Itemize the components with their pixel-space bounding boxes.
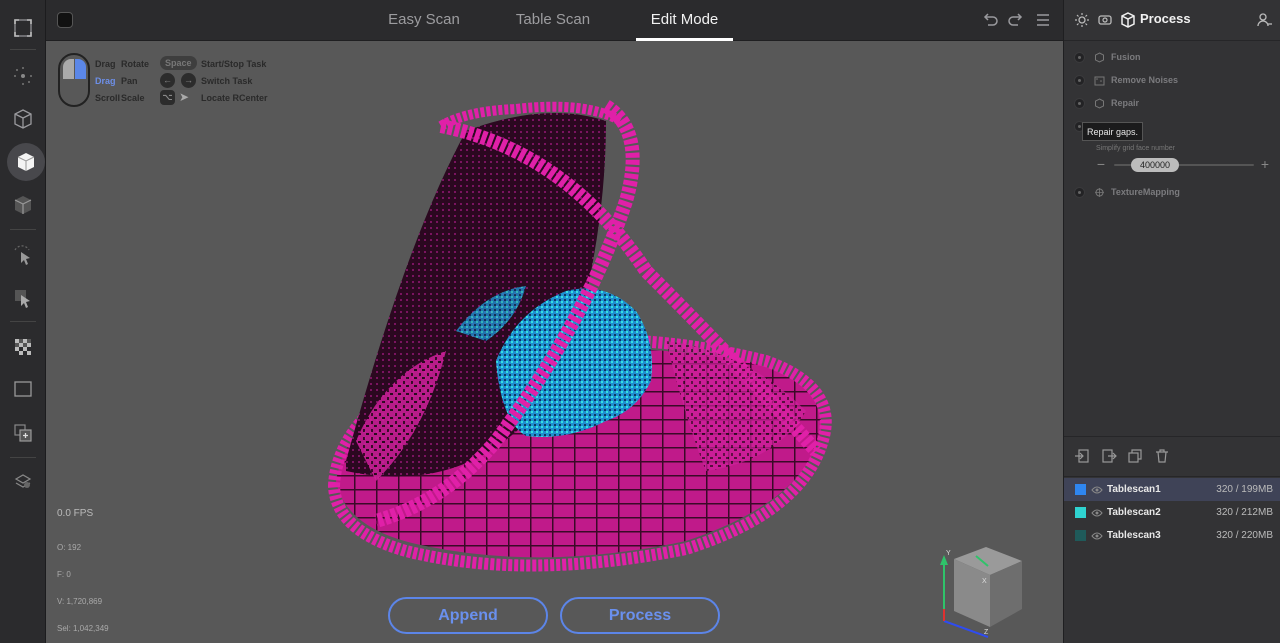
solid-cube-icon[interactable] [7, 143, 45, 181]
sun-icon[interactable] [1074, 12, 1090, 28]
simplify-label: Simplify grid face number [1096, 145, 1175, 152]
fusion-icon [1095, 52, 1104, 63]
tab-easy-scan[interactable]: Easy Scan [380, 0, 468, 41]
repair-icon [1095, 98, 1104, 109]
pointer-icon[interactable] [9, 242, 37, 270]
objects-count: O: 192 [57, 543, 82, 552]
select-arrow-icon[interactable] [9, 284, 37, 312]
step-radio[interactable] [1074, 98, 1085, 109]
scan-icon[interactable] [1097, 12, 1113, 28]
texture-icon [1095, 188, 1104, 197]
arrow-left-key-icon: ← [160, 73, 175, 88]
cursor-icon: ➤ [179, 90, 190, 104]
3d-viewport[interactable]: Drag Rotate Space Start/Stop Task Drag P… [46, 41, 1063, 643]
export-icon[interactable] [1101, 448, 1117, 464]
step-radio[interactable] [1074, 52, 1085, 63]
step-radio[interactable] [1074, 75, 1085, 86]
vertices-count: V: 1,720,869 [57, 597, 103, 606]
redo-icon[interactable] [1007, 11, 1025, 29]
tab-edit-mode[interactable]: Edit Mode [636, 0, 733, 41]
scan-list-item[interactable]: Tablescan3 320 / 220MB [1064, 524, 1280, 547]
step-remove-noises[interactable]: Remove Noises [1074, 72, 1274, 90]
space-key: Space [160, 56, 197, 70]
scan-color-swatch [1075, 530, 1086, 541]
duplicate-icon[interactable] [1127, 448, 1143, 464]
top-bar: Easy Scan Table Scan Edit Mode [46, 0, 1063, 41]
step-radio[interactable] [1074, 187, 1085, 198]
eye-icon[interactable] [1091, 530, 1103, 542]
append-button[interactable]: Append [388, 597, 548, 634]
selected-count: Sel: 1,042,349 [57, 624, 109, 633]
trash-icon[interactable] [1154, 448, 1170, 464]
process-cube-icon[interactable] [1120, 12, 1136, 28]
remove-noises-icon [1094, 76, 1105, 86]
svg-text:Y: Y [946, 550, 951, 557]
user-settings-icon[interactable] [1257, 12, 1273, 28]
tab-table-scan[interactable]: Table Scan [508, 0, 598, 41]
frame-icon[interactable] [9, 375, 37, 403]
minus-button[interactable]: − [1094, 157, 1108, 171]
left-toolbar [0, 0, 46, 643]
wireframe-cube-icon[interactable] [9, 105, 37, 133]
svg-text:X: X [982, 578, 987, 585]
simplify-slider-value[interactable]: 400000 [1131, 158, 1179, 172]
faces-count: F: 0 [57, 570, 71, 579]
fps-readout: 0.0 FPS [57, 508, 94, 519]
repair-tooltip: Repair gaps. [1082, 122, 1144, 141]
orientation-cube[interactable]: Y X Z [926, 541, 1026, 641]
controls-help: Drag Rotate Space Start/Stop Task Drag P… [58, 53, 318, 113]
scan-color-swatch [1075, 507, 1086, 518]
eye-icon[interactable] [1091, 507, 1103, 519]
import-icon[interactable] [1074, 448, 1090, 464]
mouse-icon [58, 53, 90, 107]
app-logo-icon [57, 12, 73, 28]
layers-icon[interactable] [9, 467, 37, 495]
checker-icon[interactable] [9, 333, 37, 361]
scan-model[interactable] [46, 41, 1063, 643]
process-button[interactable]: Process [560, 597, 720, 634]
select-box-icon[interactable] [9, 14, 37, 42]
app-window: Easy Scan Table Scan Edit Mode Drag Rota… [0, 0, 1280, 643]
plus-button[interactable]: + [1258, 157, 1272, 171]
svg-text:Z: Z [984, 629, 989, 636]
scan-list-item[interactable]: Tablescan2 320 / 212MB [1064, 501, 1280, 524]
scan-list-item[interactable]: Tablescan1 320 / 199MB [1064, 478, 1280, 501]
add-frame-icon[interactable] [9, 419, 37, 447]
eye-icon[interactable] [1091, 484, 1103, 496]
step-texture-mapping[interactable]: TextureMapping [1074, 184, 1274, 202]
panel-title: Process [1140, 11, 1191, 26]
point-select-icon[interactable] [9, 62, 37, 90]
menu-icon[interactable] [1034, 11, 1052, 29]
shaded-cube-icon[interactable] [9, 191, 37, 219]
step-repair[interactable]: Repair [1074, 95, 1274, 113]
step-fusion[interactable]: Fusion [1074, 49, 1274, 67]
alt-key-icon: ⌥ [160, 90, 175, 105]
arrow-right-key-icon: → [181, 73, 196, 88]
right-panel: Process Fusion Remove Noises Repair Simp… [1063, 0, 1280, 643]
panel-header: Process [1064, 0, 1280, 41]
undo-icon[interactable] [981, 11, 999, 29]
scan-color-swatch [1075, 484, 1086, 495]
